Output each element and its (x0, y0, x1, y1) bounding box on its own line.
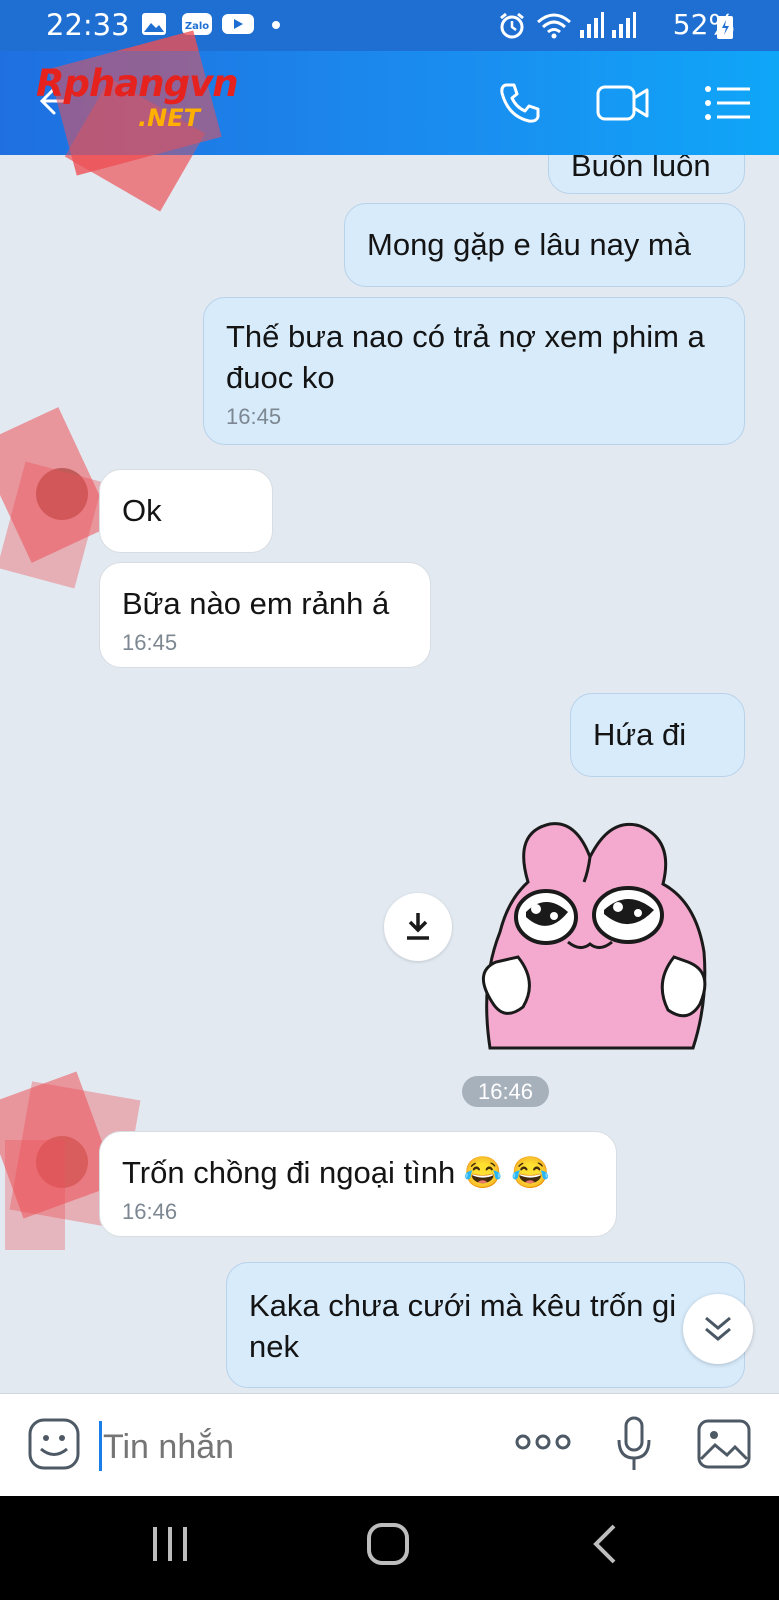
download-sticker-button[interactable] (384, 893, 452, 961)
message-text: Bữa nào em rảnh á (122, 586, 390, 621)
message-bubble-out[interactable]: Hứa đi (570, 693, 745, 777)
status-time: 22:33 (46, 8, 130, 42)
message-timestamp: 16:45 (226, 404, 282, 429)
phone-icon[interactable] (498, 81, 542, 125)
wifi-icon (537, 13, 571, 39)
scroll-to-bottom-button[interactable] (683, 1294, 753, 1364)
message-text: Ok (122, 493, 162, 528)
message-timestamp: 16:45 (122, 630, 178, 655)
signal-icon-2 (612, 12, 636, 38)
list-menu-icon[interactable] (704, 85, 752, 121)
message-text: Kaka chưa cưới mà kêu trốn gi nek (249, 1288, 677, 1364)
more-notifications-dot-icon (272, 21, 280, 29)
android-navigation-bar (0, 1496, 779, 1600)
message-timestamp: 16:46 (122, 1199, 178, 1224)
back-nav-icon[interactable] (592, 1522, 618, 1566)
time-divider: 16:46 (462, 1076, 549, 1107)
recent-apps-icon[interactable] (150, 1524, 190, 1564)
status-bar: 22:33 Zalo 52% (0, 0, 779, 51)
watermark-logo: Rphangvn (36, 62, 239, 105)
more-dots-icon[interactable] (513, 1432, 573, 1452)
message-bubble-in[interactable]: Trốn chồng đi ngoại tình 😂 😂 16:46 (99, 1131, 617, 1237)
battery-icon (717, 16, 733, 39)
message-text: Thế bưa nao có trả nợ xem phim a đuoc ko (226, 319, 705, 395)
home-icon[interactable] (366, 1522, 410, 1566)
watermark-domain: .NET (138, 104, 200, 132)
download-icon (407, 913, 429, 940)
message-bubble-out[interactable]: Thế bưa nao có trả nợ xem phim a đuoc ko… (203, 297, 745, 445)
message-text: Mong gặp e lâu nay mà (367, 227, 691, 262)
double-chevron-down-icon (705, 1316, 731, 1341)
svg-text:Zalo: Zalo (185, 21, 209, 32)
message-bubble-in[interactable]: Bữa nào em rảnh á 16:45 (99, 562, 431, 668)
message-text: Hứa đi (593, 717, 687, 752)
pink-bunny-sticker[interactable] (478, 812, 730, 1062)
gallery-notification-icon (142, 13, 166, 35)
youtube-notification-icon (222, 14, 254, 34)
message-text: Trốn chồng đi ngoại tình 😂 😂 (122, 1155, 550, 1190)
message-input[interactable] (101, 1418, 485, 1476)
image-gallery-icon[interactable] (697, 1419, 751, 1469)
message-bubble-out[interactable]: Mong gặp e lâu nay mà (344, 203, 745, 287)
signal-icon-1 (580, 12, 604, 38)
censor-blur (5, 1140, 65, 1250)
alarm-icon (500, 12, 524, 39)
message-input-bar (0, 1393, 779, 1497)
video-call-icon[interactable] (596, 84, 650, 122)
message-bubble-in[interactable]: Ok (99, 469, 273, 553)
microphone-icon[interactable] (616, 1416, 652, 1472)
emoji-icon[interactable] (28, 1418, 80, 1470)
message-bubble-out[interactable]: Kaka chưa cưới mà kêu trốn gi nek (226, 1262, 745, 1388)
